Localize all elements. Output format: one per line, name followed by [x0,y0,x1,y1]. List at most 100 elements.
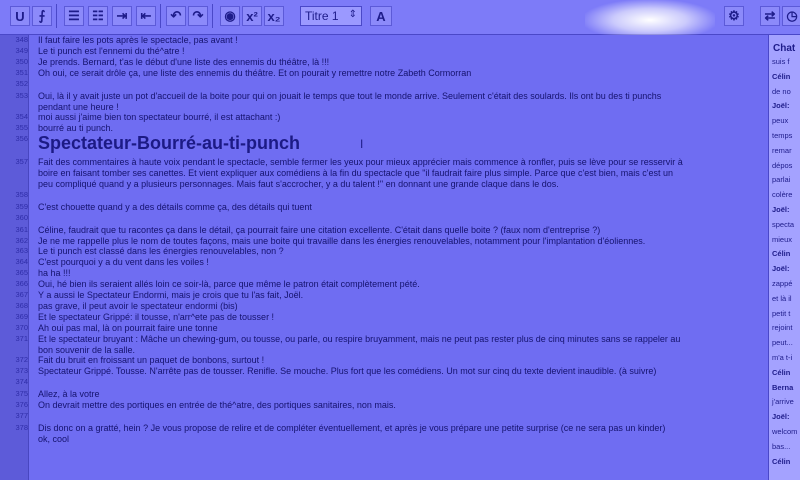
chat-message: m'a t-i [772,353,793,362]
line-text: Dis donc on a gratté, hein ? Je vous pro… [38,423,666,433]
line-number: 356 [15,134,28,144]
toolbar-divider [56,4,57,28]
line-number: 366 [15,279,28,289]
pad-line[interactable]: 370 Ah oui pas mal, là on pourrait faire … [15,322,218,334]
pad-line[interactable]: 372 Fait du bruit en froissant un paquet … [15,355,265,366]
pad-line[interactable]: 362 Je ne me rappelle plus le nom de tout… [15,235,646,247]
pad-line[interactable]: 367 Y a aussi le Spectateur Endormi, mais… [15,290,303,301]
line-number: 372 [15,355,28,365]
chat-message: welcom [772,427,798,436]
chat-message: specta [772,219,795,229]
line-text: Et le spectateur Grippé: il tousse, n'ar… [38,311,275,322]
hide-authorship-icon[interactable]: ◉ [220,6,240,26]
pad-line[interactable]: 353 Oui, là il y avait juste un pot d'acc… [15,91,661,102]
pad-line[interactable]: 378 Dis donc on a gratté, hein ? Je vous … [15,423,666,434]
import-export-icon[interactable]: ⇄ [760,6,780,26]
pad-line[interactable]: 373 Spectateur Grippé. Tousse. N'arrête p… [15,366,656,377]
pad-line[interactable]: boire en faisant tomber ses canettes. Et… [38,168,673,179]
line-text: Je ne me rappelle plus le nom de toutes … [38,235,646,246]
pad-line[interactable]: 371 Et le spectateur bruyant : Mâche un c… [15,334,680,345]
line-number: 371 [15,333,28,343]
pad-editor[interactable]: Spectateur-Bourré-au-ti-punch I 348 Il fa… [0,35,768,480]
indent-icon[interactable]: ⇥ [112,6,132,26]
line-number: 352 [15,78,28,88]
heading-style-select[interactable]: Titre 1 ⇕ [300,6,362,26]
chat-message: dépos [772,160,793,170]
section-heading: Spectateur-Bourré-au-ti-punch [38,133,301,153]
line-text: Ah oui pas mal, là on pourrait faire une… [38,322,218,333]
line-text: Le ti punch est l'ennemi du thé^atre ! [38,45,185,56]
line-text: Il faut faire les pots après le spectacl… [38,35,238,45]
line-text: peu compliqué quand y a plusieurs person… [38,178,559,189]
line-text: Céline, faudrait que tu racontes ça dans… [38,224,601,235]
line-text: Le ti punch est classé dans les énergies… [38,246,284,257]
chat-message: Joël: [772,412,790,422]
pad-line[interactable]: 351 Oh oui, ce serait drôle ça, une liste… [15,67,472,79]
line-number: 353 [15,90,28,100]
superscript-label: x² [246,8,258,24]
line-number: 373 [15,366,28,376]
pad-line[interactable]: 355 bourré au ti punch. [15,123,113,134]
chat-panel[interactable]: Chat suis f Célin de no Joël: peux temps remar… [768,35,800,480]
bullet-list-icon[interactable]: ☷ [88,6,108,26]
editor-toolbar: U ⨍ ☰ ☷ ⇥ ⇤ ↶ ↷ ◉ x² x₂ Titre 1 ⇕ A ⚙ ⇄ … [0,0,800,40]
timeslider-icon[interactable]: ◷ [782,6,800,26]
pad-line[interactable]: 368 pas grave, il peut avoir le spectateu… [15,300,238,312]
pad-content[interactable]: Spectateur-Bourré-au-ti-punch I 348 Il fa… [15,35,763,480]
line-number: 378 [15,423,28,432]
chat-message: Célin [772,456,791,466]
line-number: 359 [15,201,28,211]
underline-button[interactable]: U [10,6,30,26]
line-text: Je prends. Bernard, t'as le début d'une … [38,56,330,67]
outdent-icon[interactable]: ⇤ [136,6,156,26]
pad-line[interactable]: 366 Oui, hé bien ils seraient allés loin … [15,279,420,290]
line-number: 377 [15,411,28,420]
line-number: 358 [15,189,28,199]
redo-icon[interactable]: ↷ [188,6,208,26]
line-number: 354 [15,112,28,122]
numbered-list-icon[interactable]: ☰ [64,6,84,26]
pad-line[interactable]: 375 Allez, à la votre [15,389,99,400]
pad-line[interactable]: peu compliqué quand y a plusieurs person… [38,179,559,190]
line-text: Oh oui, ce serait drôle ça, une liste de… [38,67,472,78]
line-text: Oui, hé bien ils seraient allés loin ce … [38,279,420,290]
pad-line[interactable]: 350 Je prends. Bernard, t'as le début d'u… [15,56,330,68]
chat-message: de no [772,86,791,96]
chat-message: Célin [772,249,791,259]
line-number: 374 [15,377,28,387]
line-text: Fait du bruit en froissant un paquet de … [38,355,265,366]
chat-message: Joël: [772,101,790,111]
undo-icon[interactable]: ↶ [166,6,186,26]
chat-message: peux [772,116,789,126]
line-text: On devrait mettre des portiques en entré… [38,400,396,411]
line-text: C'est chouette quand y a des détails com… [38,201,312,212]
pad-line[interactable]: 359 C'est chouette quand y a des détails … [15,201,312,213]
pad-line[interactable]: ok, cool [38,434,69,445]
pad-line[interactable]: 369 Et le spectateur Grippé: il tousse, n… [15,311,275,323]
pad-line[interactable]: 357 Fait des commentaires à haute voix pe… [15,157,683,168]
strikethrough-icon[interactable]: ⨍ [32,6,52,26]
chat-message: temps [772,131,793,140]
pad-line[interactable]: bon souvenir de la salle. [38,345,135,356]
screen-glare [585,0,715,40]
pad-line[interactable]: 363 Le ti punch est classé dans les énerg… [15,246,284,257]
settings-icon[interactable]: ⚙ [724,6,744,26]
chat-message: parlai [772,175,791,185]
pad-line[interactable]: pendant une heure ! [38,102,119,113]
text-cursor-icon: I [360,137,364,151]
pad-line[interactable]: 361 Céline, faudrait que tu racontes ça d… [15,224,601,236]
superscript-button[interactable]: x² [242,6,262,26]
pad-line[interactable]: 364 C'est pourquoi y a du vent dans les v… [15,257,208,268]
chat-message: Joël: [772,205,790,214]
line-number: 363 [15,246,28,256]
font-color-button[interactable]: A [370,6,392,26]
pad-line[interactable]: 376 On devrait mettre des portiques en en… [15,400,396,411]
line-text: pas grave, il peut avoir le spectateur e… [38,300,238,311]
line-number: 360 [15,212,28,222]
pad-line[interactable]: 365 ha ha !!! [15,268,70,279]
pad-line[interactable]: 348 Il faut faire les pots après le spect… [15,35,238,46]
subscript-button[interactable]: x₂ [264,6,284,26]
line-text: Fait des commentaires à haute voix penda… [38,157,683,167]
pad-line[interactable]: 354 moi aussi j'aime bien ton spectateur … [15,112,280,123]
pad-line[interactable]: 349 Le ti punch est l'ennemi du thé^atre … [15,45,185,57]
